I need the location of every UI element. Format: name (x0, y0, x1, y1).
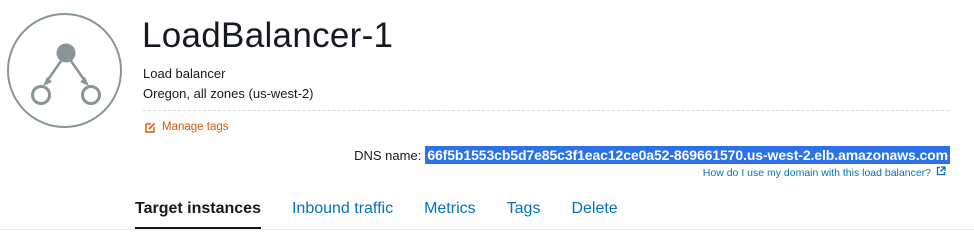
tab-delete[interactable]: Delete (571, 200, 617, 230)
tab-metrics[interactable]: Metrics (424, 200, 476, 230)
divider (143, 110, 949, 111)
tab-tags[interactable]: Tags (507, 200, 541, 230)
domain-help-label: How do I use my domain with this load ba… (702, 166, 931, 179)
external-link-icon (936, 166, 946, 179)
resource-type: Load balancer (143, 66, 226, 81)
dns-value[interactable]: 66f5b1553cb5d7e85c3f1eac12ce0a52-8696615… (425, 146, 950, 164)
tab-bar: Target instances Inbound traffic Metrics… (135, 200, 649, 230)
manage-tags-link[interactable]: Manage tags (145, 121, 229, 133)
edit-icon (145, 122, 156, 133)
load-balancer-icon (7, 13, 122, 128)
tab-target-instances[interactable]: Target instances (135, 200, 261, 230)
dns-label: DNS name: (354, 147, 422, 163)
domain-help-link[interactable]: How do I use my domain with this load ba… (703, 166, 946, 179)
tab-underline (0, 229, 974, 230)
region-label: Oregon, all zones (us-west-2) (143, 86, 314, 101)
tab-inbound-traffic[interactable]: Inbound traffic (292, 200, 393, 230)
dns-row: DNS name: 66f5b1553cb5d7e85c3f1eac12ce0a… (354, 146, 950, 164)
manage-tags-label: Manage tags (162, 121, 229, 133)
page-title: LoadBalancer-1 (142, 16, 394, 55)
